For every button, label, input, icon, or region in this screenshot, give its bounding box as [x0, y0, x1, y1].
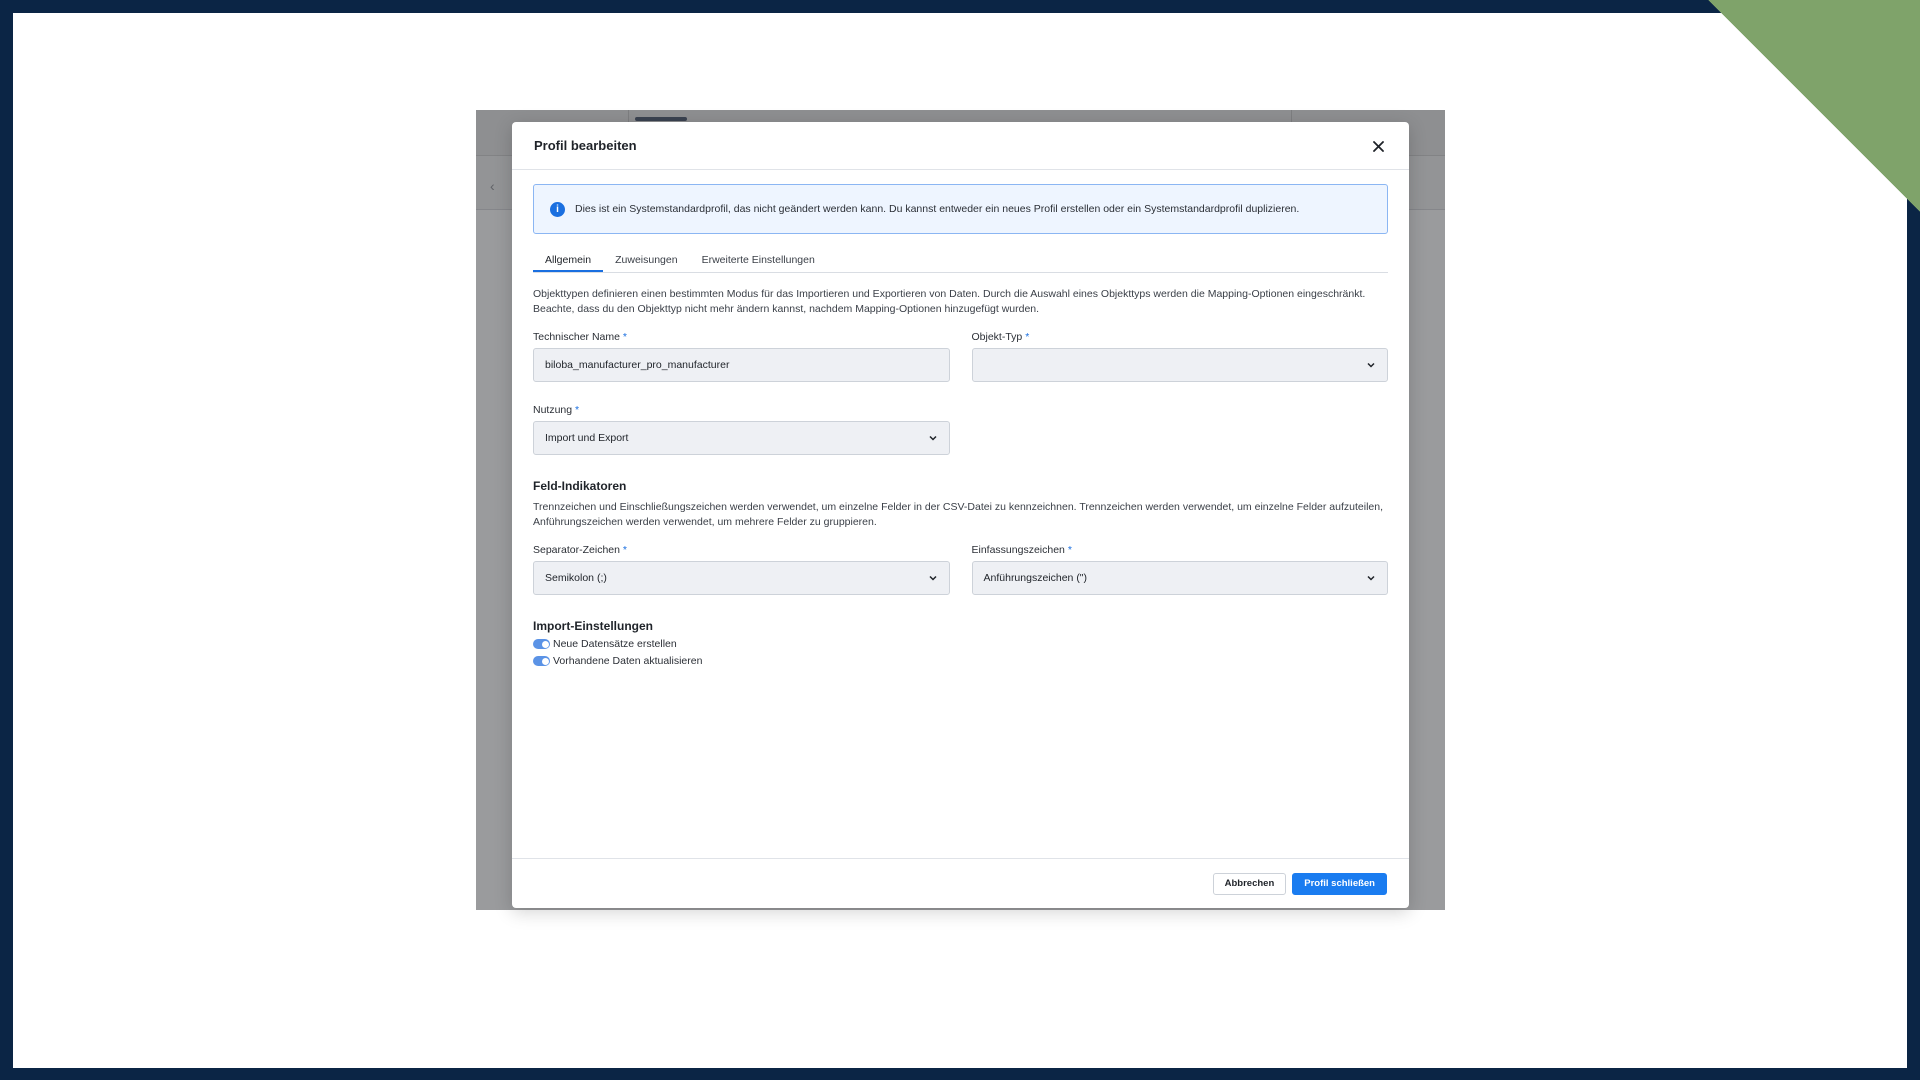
- technical-name-group: Technischer Name * biloba_manufacturer_p…: [533, 331, 950, 382]
- enclosure-label-text: Einfassungszeichen: [971, 544, 1065, 556]
- tab-allgemein[interactable]: Allgemein: [533, 249, 604, 272]
- modal-title: Profil bearbeiten: [534, 138, 637, 153]
- modal-body: i Dies ist ein Systemstandardprofil, das…: [512, 170, 1409, 667]
- object-type-description: Objekttypen definieren einen bestimmten …: [533, 288, 1366, 315]
- import-settings-title: Import-Einstellungen: [533, 619, 653, 633]
- usage-select[interactable]: Import und Export: [533, 421, 950, 455]
- separator-select[interactable]: Semikolon (;): [533, 561, 950, 595]
- create-records-label: Neue Datensätze erstellen: [553, 638, 677, 650]
- close-button[interactable]: [1369, 137, 1387, 155]
- close-profile-button[interactable]: Profil schließen: [1292, 872, 1387, 895]
- info-alert: i Dies ist ein Systemstandardprofil, das…: [533, 184, 1388, 234]
- enclosure-value: Anführungszeichen ("): [983, 572, 1088, 584]
- info-icon: i: [550, 201, 565, 217]
- required-marker: *: [622, 331, 627, 343]
- object-type-select[interactable]: [971, 348, 1388, 382]
- chevron-left-icon: ‹: [490, 178, 495, 194]
- required-marker: *: [622, 544, 627, 556]
- tab-erweiterte-einstellungen[interactable]: Erweiterte Einstellungen: [690, 249, 827, 272]
- technical-name-value: biloba_manufacturer_pro_manufacturer: [545, 359, 730, 371]
- search-pill: [635, 117, 687, 121]
- cancel-button[interactable]: Abbrechen: [1212, 872, 1287, 895]
- required-marker: *: [575, 404, 580, 416]
- decorative-corner: [1660, 0, 1920, 270]
- technical-name-field[interactable]: biloba_manufacturer_pro_manufacturer: [533, 348, 950, 382]
- close-icon: [1372, 140, 1384, 152]
- chevron-down-icon: [1367, 575, 1375, 581]
- chevron-down-icon: [928, 575, 937, 581]
- modal-header: Profil bearbeiten: [512, 122, 1409, 170]
- object-type-label-text: Objekt-Typ: [971, 331, 1023, 343]
- usage-row: Nutzung * Import und Export: [533, 404, 1388, 455]
- object-type-label: Objekt-Typ *: [972, 331, 1389, 343]
- separator-group: Separator-Zeichen * Semikolon (;): [533, 544, 950, 595]
- info-text: Dies ist ein Systemstandardprofil, das n…: [575, 203, 1300, 215]
- required-marker: *: [1067, 544, 1072, 556]
- usage-value: Import und Export: [545, 432, 629, 444]
- usage-label: Nutzung *: [533, 404, 950, 416]
- toggle-row-update: Vorhandene Daten aktualisieren: [533, 655, 1388, 667]
- modal-footer: Abbrechen Profil schließen: [512, 858, 1409, 908]
- separator-label: Separator-Zeichen *: [533, 544, 950, 556]
- indicator-row: Separator-Zeichen * Semikolon (;) Einfas…: [533, 544, 1388, 595]
- toggle-row-create: Neue Datensätze erstellen: [533, 638, 1388, 650]
- tab-bar: Allgemein Zuweisungen Erweiterte Einstel…: [533, 249, 1388, 273]
- usage-group: Nutzung * Import und Export: [533, 404, 950, 455]
- enclosure-label: Einfassungszeichen *: [972, 544, 1389, 556]
- separator-value: Semikolon (;): [545, 572, 607, 584]
- chevron-down-icon: [929, 435, 937, 441]
- enclosure-group: Einfassungszeichen * Anführungszeichen (…: [971, 544, 1389, 595]
- object-type-group: Objekt-Typ *: [971, 331, 1389, 382]
- tab-zuweisungen[interactable]: Zuweisungen: [603, 249, 689, 272]
- technical-name-label: Technischer Name *: [533, 331, 950, 343]
- required-marker: *: [1025, 331, 1030, 343]
- enclosure-select[interactable]: Anführungszeichen ("): [971, 561, 1388, 595]
- update-records-label: Vorhandene Daten aktualisieren: [553, 655, 703, 667]
- edit-profile-modal: Profil bearbeiten i Dies ist ein Systems…: [512, 122, 1409, 908]
- name-type-row: Technischer Name * biloba_manufacturer_p…: [533, 331, 1388, 382]
- field-indicators-description: Trennzeichen und Einschließungszeichen w…: [533, 501, 1384, 528]
- chevron-down-icon: [1367, 362, 1375, 368]
- update-records-toggle[interactable]: [533, 656, 550, 666]
- field-indicators-title: Feld-Indikatoren: [533, 479, 627, 493]
- technical-name-label-text: Technischer Name: [533, 331, 620, 343]
- create-records-toggle[interactable]: [533, 639, 550, 649]
- usage-label-text: Nutzung: [533, 404, 573, 416]
- separator-label-text: Separator-Zeichen: [533, 544, 620, 556]
- import-toggles: Neue Datensätze erstellen Vorhandene Dat…: [533, 638, 1388, 667]
